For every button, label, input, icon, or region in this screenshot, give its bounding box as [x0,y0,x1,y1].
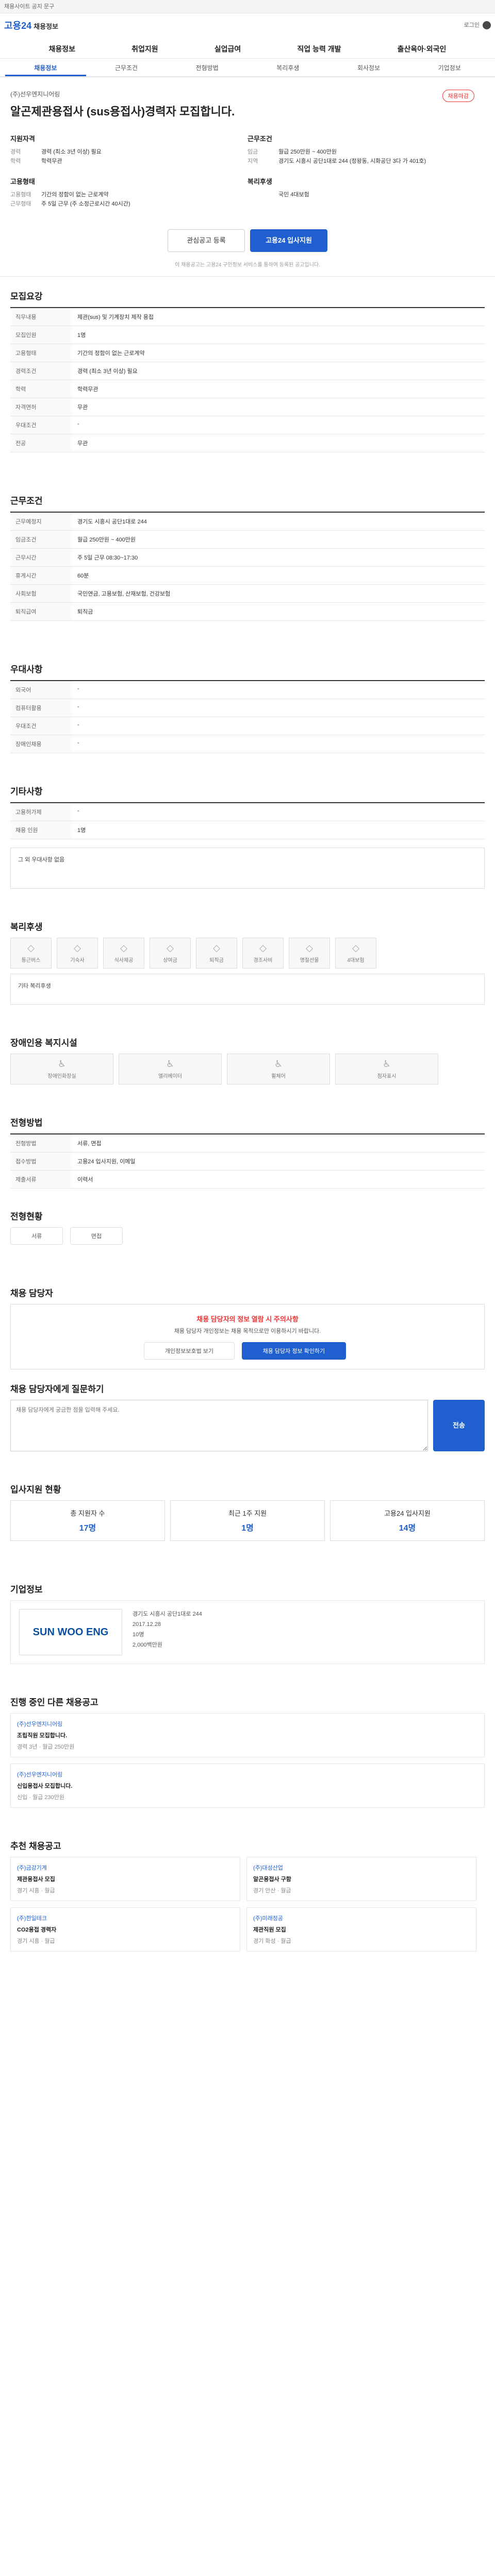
job-card[interactable]: (주)한일테크 CO2용접 경력자 경기 시흥 · 월급 [10,1907,240,1952]
tab-company[interactable]: 회사정보 [328,59,409,76]
nav-item[interactable]: 출산육아·외국인 [398,44,447,54]
notice-text: 이 채용공고는 고용24 구인정보 서비스를 통하여 등록된 공고입니다. [175,262,320,268]
job-card[interactable]: (주)선우엔지니어링 신입용접사 모집합니다. 신입 · 월급 230만원 [10,1764,485,1808]
nav-item[interactable]: 직업 능력 개발 [297,44,341,54]
main-nav: 채용정보 취업지원 실업급여 직업 능력 개발 출산육아·외국인 [0,40,495,58]
welfare-icon: ◇ [213,943,220,953]
nav-item[interactable]: 취업지원 [131,44,158,54]
facility-icon: ♿ [57,1059,67,1069]
welfare-item: ◇ 상여금 [150,938,191,969]
summary-table: 직무내용 제관(sus) 및 기계장치 제작 용접 모집인원 1명 고용형태 기간의 … [10,307,485,452]
welfare-note: 기타 복리후생 [10,974,485,1005]
tab-job[interactable]: 채용정보 [5,59,86,76]
welfare-item: ◇ 통근버스 [10,938,52,969]
process-table: 전형방법 서류, 면접 접수방법 고용24 입사지원, 이메일 제출서류 이력서 [10,1133,485,1189]
job-header: (주)선우엔지니어링 알곤제관용접사 (sus용접사)경력자 모집합니다. 채용… [0,77,495,277]
stat-card: 고용24 입사지원 14명 [330,1500,485,1541]
tab-process[interactable]: 전형방법 [167,59,248,76]
apply-stats: 총 지원자 수 17명 최근 1주 지원 1명 고용24 입사지원 14명 [10,1500,485,1541]
process-steps: 서류 면접 [10,1227,485,1245]
section-title: 장애인용 복지시설 [10,1038,77,1048]
step-pill: 서류 [10,1227,63,1245]
welfare-icon: ◇ [27,943,35,953]
status-badge: 채용마감 [442,90,474,102]
cond-table: 근무예정지 경기도 시흥시 공단1대로 244 임금조건 월급 250만원 ~ 40… [10,512,485,621]
save-button[interactable]: 관심공고 등록 [168,229,245,252]
user-icon [483,21,491,30]
section-title: 복리후생 [10,922,43,932]
welfare-item: ◇ 퇴직금 [196,938,237,969]
nav-item[interactable]: 채용정보 [49,44,76,54]
job-card[interactable]: (주)대성산업 알곤용접사 구함 경기 안산 · 월급 [246,1857,476,1901]
facility-item: ♿ 휠체어 [227,1054,330,1084]
header: 고용24 채용정보 로그인 채용정보 취업지원 실업급여 직업 능력 개발 출산육… [0,13,495,59]
welfare-item: ◇ 식사제공 [103,938,144,969]
welfare-icons: ◇ 통근버스 ◇ 기숙사 ◇ 식사제공 ◇ 상여금 ◇ 퇴직금 ◇ 경조사비 ◇ 명절선물 ◇… [10,938,485,969]
facility-item: ♿ 점자표시 [335,1054,438,1084]
section-title: 기타사항 [10,787,43,796]
section-title: 근무조건 [10,496,43,506]
job-card[interactable]: (주)미래정공 제관직원 모집 경기 화성 · 월급 [246,1907,476,1952]
manager-alert: 채용 담당자의 정보 열람 시 주의사항 채용 담당자 개인정보는 채용 목적으… [10,1304,485,1369]
section-title: 진행 중인 다른 채용공고 [10,1698,98,1707]
welfare-icon: ◇ [352,943,359,953]
section-title: 전형현황 [10,1212,43,1222]
etc-box: 그 외 우대사항 없음 [10,848,485,889]
welfare-icon: ◇ [120,943,127,953]
tab-cond[interactable]: 근무조건 [86,59,167,76]
welfare-icon: ◇ [74,943,81,953]
facility-icon: ♿ [382,1059,391,1069]
privacy-button[interactable]: 개인정보보호법 보기 [143,1342,235,1360]
stat-card: 최근 1주 지원 1명 [170,1500,325,1541]
welfare-item: ◇ 기숙사 [57,938,98,969]
welfare-item: ◇ 경조사비 [242,938,284,969]
welfare-item: ◇ 명절선물 [289,938,330,969]
nav-item[interactable]: 실업급여 [214,44,241,54]
welfare-icon: ◇ [167,943,174,953]
facility-item: ♿ 엘리베이터 [119,1054,222,1084]
qna-input[interactable] [10,1400,428,1451]
welfare-icon: ◇ [306,943,313,953]
send-button[interactable]: 전송 [433,1400,485,1451]
section-title: 기업정보 [10,1585,43,1595]
other-jobs: (주)선우엔지니어링 조립직원 모집합니다. 경력 3년 · 월급 250만원 (주… [10,1713,485,1808]
disabled-icons: ♿ 장애인화장실 ♿ 엘리베이터 ♿ 휠체어 ♿ 점자표시 [10,1054,485,1084]
facility-item: ♿ 장애인화장실 [10,1054,113,1084]
section-title: 우대사항 [10,665,43,674]
company-logo: SUN WOO ENG [19,1609,122,1655]
facility-icon: ♿ [166,1059,175,1069]
section-title: 추천 채용공고 [10,1841,61,1851]
site-logo[interactable]: 고용24 채용정보 [4,19,58,32]
welfare-item: ◇ 4대보험 [335,938,376,969]
step-pill: 면접 [70,1227,123,1245]
facility-icon: ♿ [274,1059,283,1069]
etc-table: 고용허가제 - 채용 인원 1명 [10,802,485,839]
job-title: 알곤제관용접사 (sus용접사)경력자 모집합니다. [10,105,235,118]
section-title: 모집요강 [10,292,43,301]
detail-tabs: 채용정보 근무조건 전형방법 복리후생 회사정보 기업정보 [0,59,495,77]
user-menu[interactable]: 로그인 [464,21,491,30]
work-condition: 근무조건 임금 월급 250만원 ~ 400만원 지역 경기도 시흥시 공단1대로 … [248,135,426,198]
section-title: 입사지원 현황 [10,1485,61,1495]
section-title: 채용 담당자에게 질문하기 [10,1384,104,1394]
stat-card: 총 지원자 수 17명 [10,1500,165,1541]
tab-welfare[interactable]: 복리후생 [248,59,328,76]
manager-info-button[interactable]: 채용 담당자 정보 확인하기 [241,1342,346,1360]
tab-corp[interactable]: 기업정보 [409,59,490,76]
welfare-icon: ◇ [259,943,267,953]
section-title: 전형방법 [10,1118,43,1128]
company-name[interactable]: (주)선우엔지니어링 [10,90,485,98]
pref-table: 외국어 - 컴퓨터활용 - 우대조건 - 장애인채용 - [10,680,485,753]
qualification: 지원자격 경력 경력 (최소 3년 이상) 필요 학력 학력무관 고용형태 고용형태… [10,135,130,207]
company-card: SUN WOO ENG 경기도 시흥시 공단1대로 244 2017.12.28… [10,1600,485,1664]
apply-button[interactable]: 고용24 입사지원 [250,229,327,252]
top-notice: 채용사이트 공지 문구 [0,0,495,13]
qna-form: 전송 [10,1400,485,1451]
job-card[interactable]: (주)금강기계 제관용접사 모집 경기 시흥 · 월급 [10,1857,240,1901]
job-card[interactable]: (주)선우엔지니어링 조립직원 모집합니다. 경력 3년 · 월급 250만원 [10,1713,485,1757]
section-title: 채용 담당자 [10,1289,53,1298]
rec-jobs: (주)금강기계 제관용접사 모집 경기 시흥 · 월급 (주)대성산업 알곤용접사 구… [10,1857,485,1952]
